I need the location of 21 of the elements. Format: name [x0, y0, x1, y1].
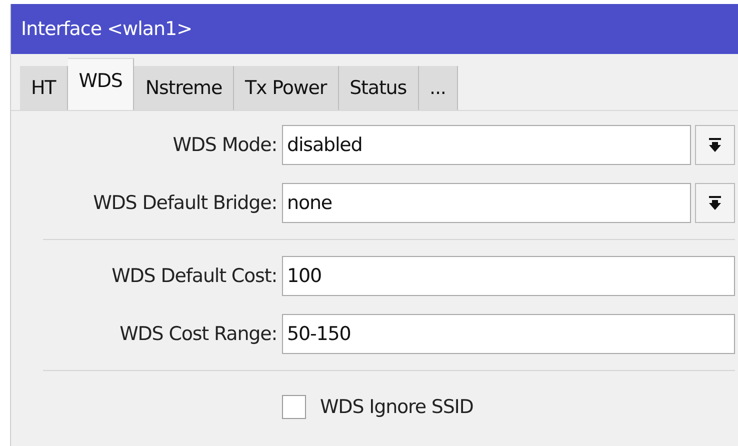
- field-label: WDS Mode:: [172, 134, 278, 156]
- input-field[interactable]: 100: [282, 256, 735, 296]
- field-label: WDS Cost Range:: [118, 323, 278, 345]
- field-label: WDS Default Bridge:: [92, 192, 278, 214]
- tab[interactable]: ...: [418, 66, 458, 110]
- dropdown-field[interactable]: disabled: [282, 125, 691, 165]
- tab[interactable]: Tx Power: [234, 66, 339, 110]
- window-title: Interface <wlan1>: [11, 4, 738, 54]
- field-label: WDS Default Cost:: [110, 265, 278, 287]
- input-field[interactable]: 50-150: [282, 314, 735, 354]
- checkbox-label: WDS Ignore SSID: [320, 396, 474, 418]
- dropdown-arrow-icon: [709, 196, 721, 210]
- dropdown-button[interactable]: [695, 125, 735, 165]
- tab[interactable]: WDS: [68, 58, 134, 110]
- dropdown-button[interactable]: [695, 183, 735, 223]
- checkbox[interactable]: [282, 395, 306, 419]
- tab[interactable]: HT: [20, 66, 68, 110]
- tab[interactable]: Nstreme: [134, 66, 234, 110]
- dropdown-arrow-icon: [709, 138, 721, 152]
- dropdown-field[interactable]: none: [282, 183, 691, 223]
- tab[interactable]: Status: [338, 66, 419, 110]
